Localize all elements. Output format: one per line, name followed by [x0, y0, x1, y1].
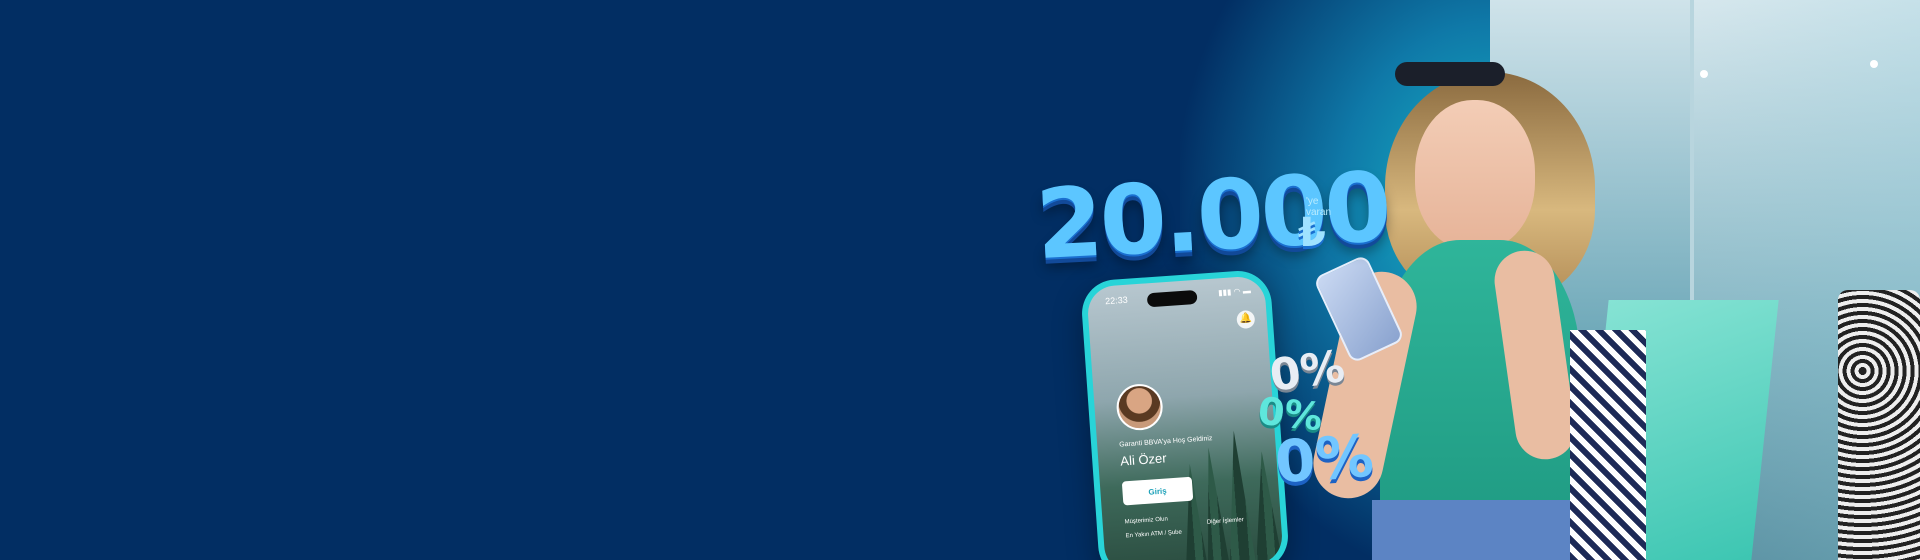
ceiling-light: [1870, 60, 1878, 68]
phone-screen: 22:33 ▮▮▮ ◠ ▬ 🔔 Garanti BBVA'ya Hoş Geld…: [1086, 275, 1284, 560]
login-button: Giriş: [1121, 476, 1194, 506]
ceiling-light: [1700, 70, 1708, 78]
hero-banner[interactable]: 20.000 ₺ 'ye varan 22:33 ▮▮▮ ◠ ▬ 🔔 Garan…: [0, 0, 1920, 560]
avatar: [1115, 382, 1165, 432]
woman-jeans: [1372, 500, 1582, 560]
bell-icon: 🔔: [1236, 309, 1256, 330]
user-name: Ali Özer: [1119, 450, 1168, 469]
percent-balloon-blue: 0%: [1272, 421, 1376, 497]
status-time: 22:33: [1104, 294, 1128, 307]
become-customer-link: Müşterimiz Olun: [1124, 516, 1169, 526]
promo-suffix: 'ye varan: [1306, 196, 1332, 218]
sunglasses: [1395, 62, 1505, 86]
phone-notch: [1146, 289, 1198, 308]
status-icons: ▮▮▮ ◠ ▬: [1217, 286, 1252, 298]
woman-face: [1415, 100, 1535, 250]
shopping-bag-patterned: [1570, 330, 1646, 560]
closest-branch-link: En Yakın ATM / Şube: [1125, 529, 1183, 540]
patterned-dress: [1838, 290, 1920, 560]
greeting-text: Garanti BBVA'ya Hoş Geldiniz: [1119, 435, 1213, 449]
